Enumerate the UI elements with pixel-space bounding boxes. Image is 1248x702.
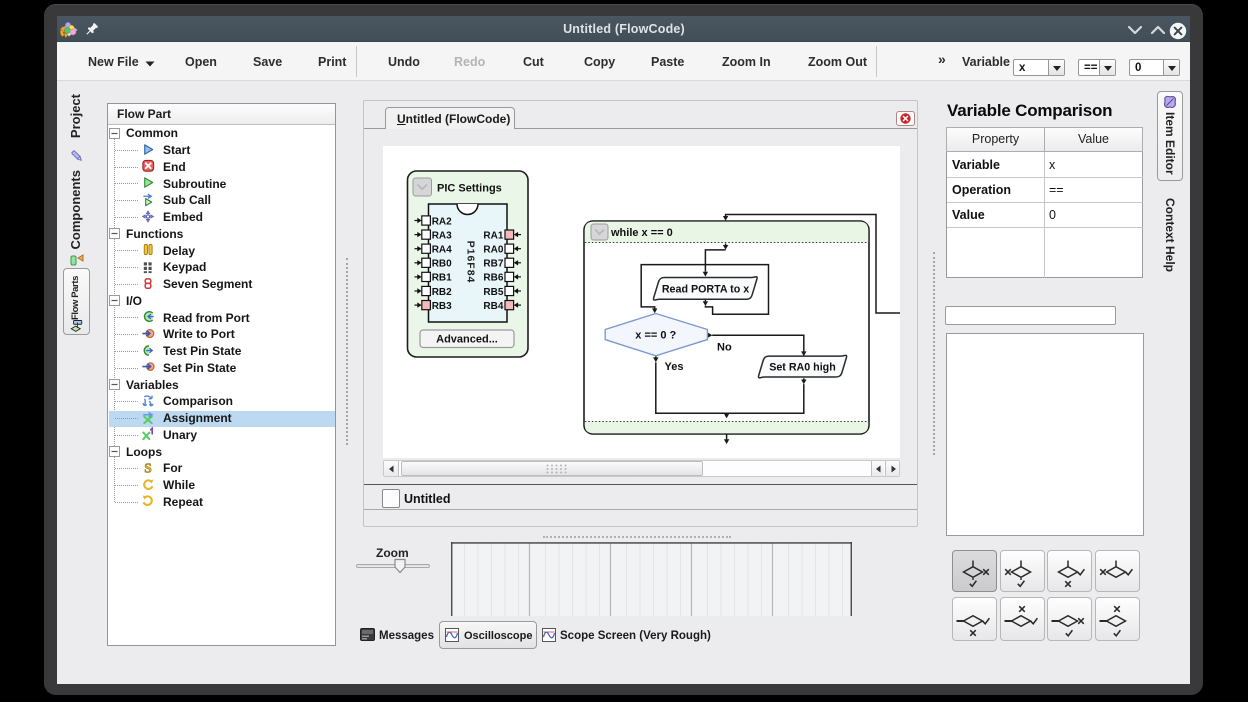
svg-text:P16F84: P16F84: [465, 241, 477, 284]
svg-text:RA4: RA4: [432, 245, 452, 256]
svg-text:RA2: RA2: [432, 216, 452, 227]
svg-text:Read PORTA to x: Read PORTA to x: [662, 283, 749, 295]
svg-text:Yes: Yes: [665, 361, 684, 373]
svg-text:RB4: RB4: [483, 301, 503, 312]
svg-text:RB7: RB7: [483, 259, 503, 270]
svg-text:x == 0 ?: x == 0 ?: [635, 330, 676, 342]
svg-text:RB6: RB6: [483, 273, 503, 284]
svg-text:Advanced...: Advanced...: [436, 334, 498, 346]
svg-text:RB2: RB2: [432, 287, 452, 298]
svg-text:RA0: RA0: [483, 245, 503, 256]
svg-text:No: No: [717, 342, 732, 354]
svg-text:while x == 0: while x == 0: [610, 227, 673, 239]
svg-text:Set RA0 high: Set RA0 high: [769, 361, 836, 373]
svg-text:S: S: [144, 461, 152, 475]
svg-text:RB1: RB1: [432, 273, 452, 284]
svg-text:PIC Settings: PIC Settings: [437, 182, 502, 194]
svg-text:RB5: RB5: [483, 287, 503, 298]
svg-text:RB0: RB0: [432, 259, 452, 270]
svg-text:RB3: RB3: [432, 301, 452, 312]
svg-text:RA3: RA3: [432, 230, 452, 241]
svg-text:RA1: RA1: [483, 230, 503, 241]
